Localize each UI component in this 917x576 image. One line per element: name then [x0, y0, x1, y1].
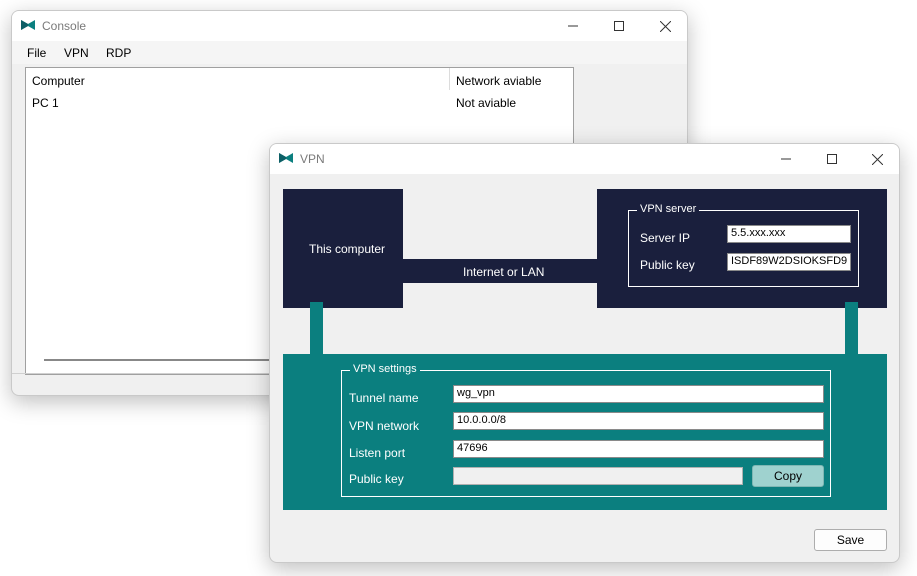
vpn-server-block: VPN server Server IP 5.5.xxx.xxx Public …: [597, 189, 887, 308]
vpn-settings-block: VPN settings Tunnel name wg_vpn VPN netw…: [283, 354, 887, 510]
minimize-icon: [568, 25, 578, 27]
vpn-titlebar[interactable]: VPN: [270, 144, 899, 174]
cell-computer: PC 1: [32, 96, 59, 110]
left-connector: [310, 302, 323, 354]
minimize-icon: [781, 158, 791, 160]
maximize-button[interactable]: [596, 11, 642, 41]
listen-port-field[interactable]: 47696: [453, 440, 824, 458]
close-icon: [659, 20, 671, 32]
close-button[interactable]: [642, 11, 687, 41]
tunnel-name-field[interactable]: wg_vpn: [453, 385, 824, 403]
menu-file[interactable]: File: [27, 46, 46, 60]
copy-button[interactable]: Copy: [752, 465, 824, 487]
this-computer-block: This computer: [283, 189, 403, 308]
close-button[interactable]: [854, 144, 899, 174]
column-divider[interactable]: [449, 68, 450, 90]
menu-rdp[interactable]: RDP: [106, 46, 131, 60]
vpn-window: VPN This computer Internet or LAN VPN se…: [269, 143, 900, 563]
vpn-server-group: VPN server Server IP 5.5.xxx.xxx Public …: [628, 203, 859, 287]
network-link-bar: Internet or LAN: [403, 259, 597, 283]
vpn-settings-group: VPN settings Tunnel name wg_vpn VPN netw…: [341, 363, 831, 497]
vpn-settings-legend: VPN settings: [350, 363, 420, 375]
settings-public-key-label: Public key: [349, 472, 404, 486]
this-computer-label: This computer: [309, 242, 386, 256]
right-connector: [845, 302, 858, 354]
window-title: VPN: [300, 152, 325, 166]
console-titlebar[interactable]: Console: [12, 11, 687, 41]
save-button[interactable]: Save: [814, 529, 887, 551]
network-link-label: Internet or LAN: [463, 265, 545, 279]
menu-vpn[interactable]: VPN: [64, 46, 89, 60]
server-public-key-label: Public key: [640, 258, 695, 272]
menu-bar: File VPN RDP: [12, 41, 687, 64]
vpn-network-label: VPN network: [349, 419, 420, 433]
bowtie-logo-icon: [21, 20, 35, 30]
window-title: Console: [42, 19, 87, 33]
vpn-network-field[interactable]: 10.0.0.0/8: [453, 412, 824, 430]
server-ip-label: Server IP: [640, 231, 691, 245]
cell-network: Not aviable: [456, 96, 517, 110]
maximize-button[interactable]: [809, 144, 855, 174]
minimize-button[interactable]: [550, 11, 596, 41]
vpn-server-legend: VPN server: [637, 203, 700, 215]
listen-port-label: Listen port: [349, 446, 406, 460]
server-ip-field[interactable]: 5.5.xxx.xxx: [727, 225, 851, 243]
close-icon: [871, 153, 883, 165]
server-public-key-field[interactable]: ISDF89W2DSIOKSFD9: [727, 253, 851, 271]
column-header-computer[interactable]: Computer: [32, 74, 85, 88]
tunnel-name-label: Tunnel name: [349, 391, 419, 405]
minimize-button[interactable]: [763, 144, 809, 174]
column-header-network[interactable]: Network aviable: [456, 74, 541, 88]
maximize-icon: [614, 21, 624, 31]
bowtie-logo-icon: [279, 153, 293, 163]
settings-public-key-field[interactable]: [453, 467, 743, 485]
maximize-icon: [827, 154, 837, 164]
